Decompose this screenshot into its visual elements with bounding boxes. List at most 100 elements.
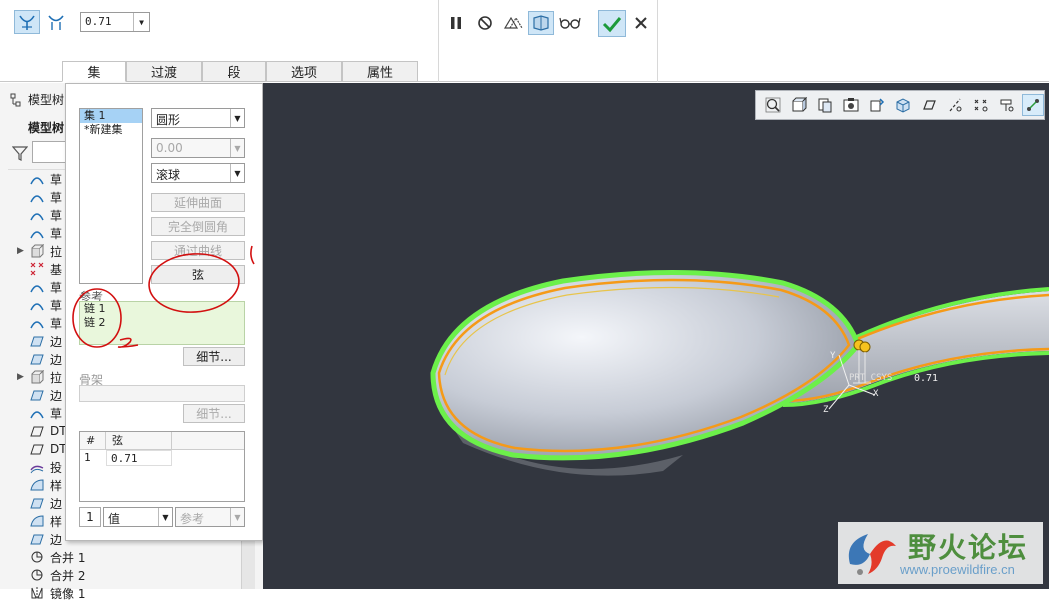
tree-item[interactable]: 草 — [30, 278, 62, 296]
expand-arrow-icon[interactable]: ▶ — [17, 246, 24, 256]
datum-axis-display-icon[interactable] — [944, 94, 966, 116]
tree-item[interactable]: 草 — [30, 170, 62, 188]
tree-item[interactable]: 草 — [30, 314, 62, 332]
row-number-field[interactable]: 1 — [79, 507, 101, 527]
display-style-icon[interactable] — [892, 94, 914, 116]
tree-search-input[interactable] — [32, 141, 66, 163]
full-round-button[interactable]: 完全倒圆角 — [151, 217, 245, 236]
annotation-display-icon[interactable] — [1022, 94, 1044, 116]
chevron-down-icon[interactable]: ▼ — [133, 13, 149, 31]
tree-item[interactable]: 样 — [30, 512, 62, 530]
tree-item-label: 草 — [50, 298, 63, 313]
tab-segments[interactable]: 段 — [202, 61, 266, 82]
graphics-viewport[interactable]: Y X Z PRT_CSYS 0.71 — [263, 83, 1049, 589]
tab-sets[interactable]: 集 — [62, 61, 126, 82]
tree-item[interactable]: 边 — [30, 530, 62, 548]
repaint-icon[interactable] — [866, 94, 888, 116]
pause-icon[interactable] — [443, 11, 469, 35]
datum-plane-display-icon[interactable] — [918, 94, 940, 116]
tree-item[interactable]: 边 — [30, 386, 62, 404]
datum-point-display-icon[interactable] — [970, 94, 992, 116]
skeleton-details-button: 细节... — [183, 404, 245, 423]
tree-item[interactable]: 草 — [30, 296, 62, 314]
tree-item-label: 草 — [50, 172, 63, 187]
tree-item[interactable]: 边 — [30, 494, 62, 512]
extrude-icon — [30, 243, 45, 258]
chord-table: # 弦 1 0.71 — [79, 431, 245, 502]
tree-item-label: 草 — [50, 316, 63, 331]
zoom-out-icon[interactable] — [814, 94, 836, 116]
tree-item[interactable]: 拉 — [30, 368, 62, 386]
shape-dropdown-value: 圆形 — [156, 113, 181, 127]
no-preview-icon[interactable] — [472, 11, 498, 35]
tree-item[interactable]: 边 — [30, 332, 62, 350]
ok-checkmark-icon[interactable] — [598, 10, 626, 37]
table-header: # 弦 — [80, 432, 244, 450]
projected-curve-icon — [30, 460, 44, 474]
tree-item[interactable]: 合并 2 — [30, 566, 85, 584]
tree-item[interactable]: 草 — [30, 206, 62, 224]
method-dropdown[interactable]: 滚球 ▼ — [151, 163, 245, 183]
cancel-close-icon[interactable] — [628, 11, 654, 35]
model-tree-header[interactable]: 模型树 — [10, 91, 64, 108]
chevron-down-icon: ▼ — [230, 139, 244, 157]
references-collector[interactable]: 链 1 链 2 — [79, 301, 245, 345]
extend-surfaces-button[interactable]: 延伸曲面 — [151, 193, 245, 212]
chord-fillet-icon[interactable] — [14, 10, 40, 34]
skeleton-collector — [79, 385, 245, 402]
reference-chain-1[interactable]: 链 1 — [80, 302, 244, 316]
sketch-icon — [30, 316, 44, 330]
tree-item[interactable]: 边 — [30, 350, 62, 368]
tree-item[interactable]: 基 — [30, 260, 62, 278]
radius-value-select[interactable]: 0.71 ▼ — [80, 12, 150, 32]
forum-logo-icon — [848, 534, 896, 575]
tree-item[interactable]: 合并 1 — [30, 548, 85, 566]
tree-item-label: 草 — [50, 190, 63, 205]
chord-button[interactable]: 弦 — [151, 265, 245, 284]
csys-display-icon[interactable] — [996, 94, 1018, 116]
datum-point-icon — [30, 262, 44, 276]
filter-icon[interactable] — [11, 145, 29, 164]
glasses-icon[interactable] — [557, 11, 583, 35]
reference-chain-2[interactable]: 链 2 — [80, 316, 244, 330]
divider — [657, 0, 658, 82]
conic-fillet-icon[interactable] — [43, 10, 69, 34]
tree-item[interactable]: 草 — [30, 404, 62, 422]
tree-item-label: 拉 — [50, 370, 63, 385]
boundary-blend-icon — [30, 352, 44, 366]
set-item-new[interactable]: *新建集 — [80, 123, 142, 137]
tab-properties[interactable]: 属性 — [342, 61, 418, 82]
saved-views-icon[interactable] — [840, 94, 862, 116]
through-curve-button[interactable]: 通过曲线 — [151, 241, 245, 260]
tab-options[interactable]: 选项 — [266, 61, 342, 82]
verify-mode-icon[interactable] — [528, 11, 554, 35]
refit-zoom-icon[interactable] — [762, 94, 784, 116]
table-cell-chord[interactable]: 0.71 — [106, 450, 172, 466]
expand-arrow-icon[interactable]: ▶ — [17, 372, 24, 382]
set-item-1[interactable]: 集 1 — [80, 109, 142, 123]
tree-item-label: 边 — [50, 496, 63, 511]
value-type-dropdown[interactable]: 值 ▼ — [103, 507, 173, 527]
tree-item[interactable]: DT — [30, 440, 67, 458]
zoom-in-icon[interactable] — [788, 94, 810, 116]
tree-item[interactable]: 投 — [30, 458, 62, 476]
shape-dropdown[interactable]: 圆形 ▼ — [151, 108, 245, 128]
separate-preview-icon[interactable] — [500, 11, 526, 35]
tree-item-label: 投 — [50, 460, 63, 475]
dimension-label[interactable]: 0.71 — [914, 373, 938, 384]
datum-plane-icon — [30, 424, 44, 438]
tree-item[interactable]: 草 — [30, 188, 62, 206]
tree-item[interactable]: 拉 — [30, 242, 62, 260]
sets-listbox[interactable]: 集 1 *新建集 — [79, 108, 143, 284]
tree-item[interactable]: 草 — [30, 224, 62, 242]
tab-transitions[interactable]: 过渡 — [126, 61, 202, 82]
mirror-icon — [30, 586, 44, 600]
spoon-model[interactable] — [263, 83, 1049, 589]
tree-item[interactable]: 样 — [30, 476, 62, 494]
details-button[interactable]: 细节... — [183, 347, 245, 366]
table-row[interactable]: 1 0.71 — [80, 450, 244, 466]
tree-item[interactable]: 镜像 1 — [30, 584, 85, 602]
model-tree-title: 模型树 — [28, 93, 65, 107]
reference-type-text: 参考 — [180, 512, 205, 526]
tree-item[interactable]: DT — [30, 422, 67, 440]
